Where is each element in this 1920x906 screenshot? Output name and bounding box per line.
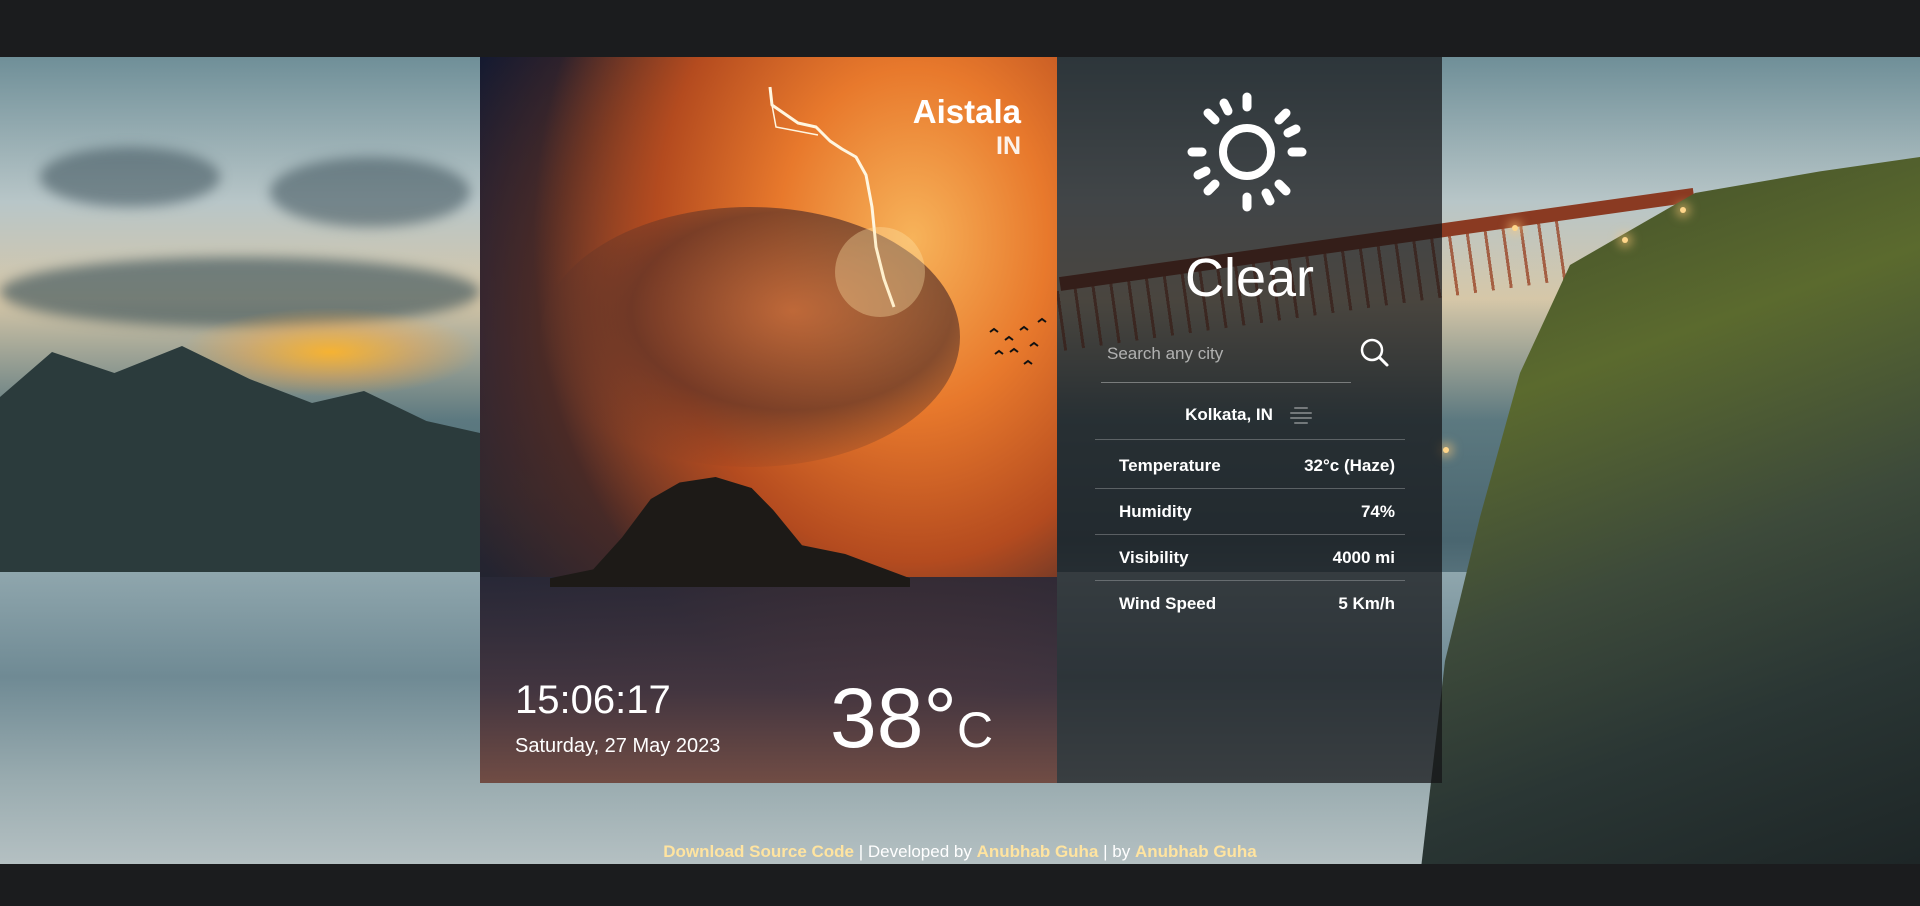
- download-source-link[interactable]: Download Source Code: [663, 842, 854, 861]
- stat-label: Temperature: [1119, 455, 1221, 475]
- stat-visibility: Visibility 4000 mi: [1095, 535, 1405, 581]
- footer-separator: | Developed by: [854, 842, 977, 861]
- stat-wind-speed: Wind Speed 5 Km/h: [1095, 581, 1405, 626]
- street-lamp: [1443, 447, 1449, 453]
- stat-label: Visibility: [1119, 547, 1189, 567]
- top-letterbox: [0, 0, 1920, 57]
- street-lamp: [1622, 237, 1628, 243]
- stat-value: 4000 mi: [1332, 547, 1395, 567]
- details-panel: Clear Kolkata, IN Temperature 32°c (Haze…: [1057, 57, 1442, 783]
- country-code: IN: [996, 132, 1021, 160]
- weather-stats: Temperature 32°c (Haze) Humidity 74% Vis…: [1095, 443, 1405, 626]
- background-cloud: [270, 157, 470, 227]
- search-input[interactable]: [1101, 325, 1351, 383]
- search-button[interactable]: [1355, 333, 1395, 373]
- footer-separator: | by: [1098, 842, 1135, 861]
- bottom-letterbox: [0, 864, 1920, 906]
- current-time: 15:06:17: [515, 678, 671, 722]
- stat-value: 74%: [1360, 501, 1395, 521]
- stat-label: Humidity: [1119, 501, 1192, 521]
- temperature-unit: C: [957, 702, 994, 758]
- temperature-value: 38°: [830, 671, 958, 765]
- weather-card: Aistala IN 15:06:17 Saturday, 27 May 202…: [480, 57, 1057, 783]
- search-result[interactable]: Kolkata, IN: [1095, 391, 1405, 440]
- weather-condition: Clear: [1184, 248, 1315, 308]
- developer-link[interactable]: Anubhab Guha: [977, 842, 1099, 861]
- location-block: Aistala IN: [913, 93, 1021, 161]
- street-lamp: [1512, 225, 1518, 231]
- birds: [989, 317, 1047, 365]
- stat-humidity: Humidity 74%: [1095, 489, 1405, 535]
- search-icon: [1360, 338, 1389, 367]
- stat-value: 5 Km/h: [1338, 593, 1395, 613]
- city-name: Aistala: [912, 93, 1021, 130]
- haze-icon: [1289, 407, 1312, 424]
- stat-label: Wind Speed: [1119, 593, 1217, 613]
- temperature-display: 38°C: [830, 673, 993, 775]
- search-bar: [1101, 325, 1401, 383]
- search-result-label: Kolkata, IN: [1185, 405, 1273, 424]
- author-link[interactable]: Anubhab Guha: [1135, 842, 1257, 861]
- stat-temperature: Temperature 32°c (Haze): [1095, 443, 1405, 489]
- sun-icon: [1187, 92, 1307, 212]
- street-lamp: [1680, 207, 1686, 213]
- stat-value: 32°c (Haze): [1304, 455, 1395, 475]
- current-date: Saturday, 27 May 2023: [515, 735, 721, 757]
- island: [550, 477, 910, 587]
- footer: Download Source Code | Developed by Anub…: [0, 840, 1920, 864]
- background-cloud: [40, 147, 220, 207]
